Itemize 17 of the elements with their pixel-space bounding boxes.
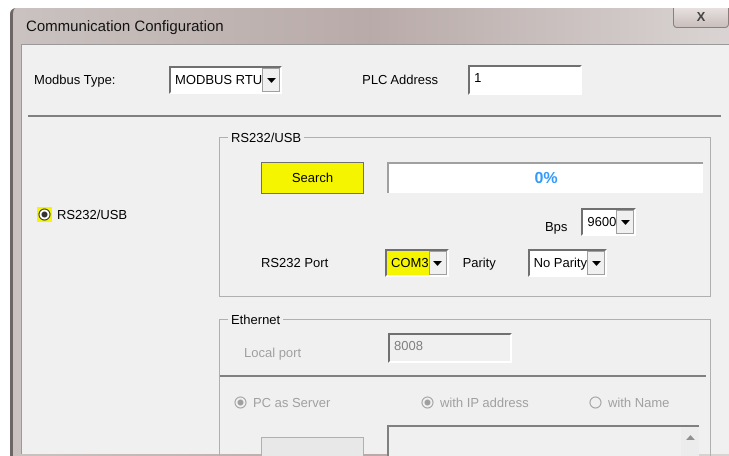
close-button[interactable]: X xyxy=(673,8,729,28)
search-button[interactable]: Search xyxy=(261,162,364,194)
field-label: Modbus Type: xyxy=(34,71,116,90)
field-label: Parity xyxy=(462,254,497,272)
rs232-radio[interactable]: RS232/USB xyxy=(37,205,219,224)
field-label: RS232 Port xyxy=(261,254,330,272)
progress-percent: 0% xyxy=(533,168,559,188)
modbus-type-dropdown[interactable]: MODBUS RTU xyxy=(169,66,282,94)
window-title: Communication Configuration xyxy=(25,17,224,37)
field-label: Local port xyxy=(244,344,302,362)
parity-dropdown[interactable]: No Parity xyxy=(528,249,608,277)
field-label: PLC Address xyxy=(362,71,440,90)
field-label: Bps xyxy=(545,218,568,236)
bps-dropdown[interactable]: 9600 xyxy=(581,208,636,236)
port-dropdown[interactable]: COM3 xyxy=(385,249,449,277)
scroll-up-icon[interactable] xyxy=(686,434,694,440)
plc-address-field[interactable]: 1 xyxy=(468,65,582,95)
